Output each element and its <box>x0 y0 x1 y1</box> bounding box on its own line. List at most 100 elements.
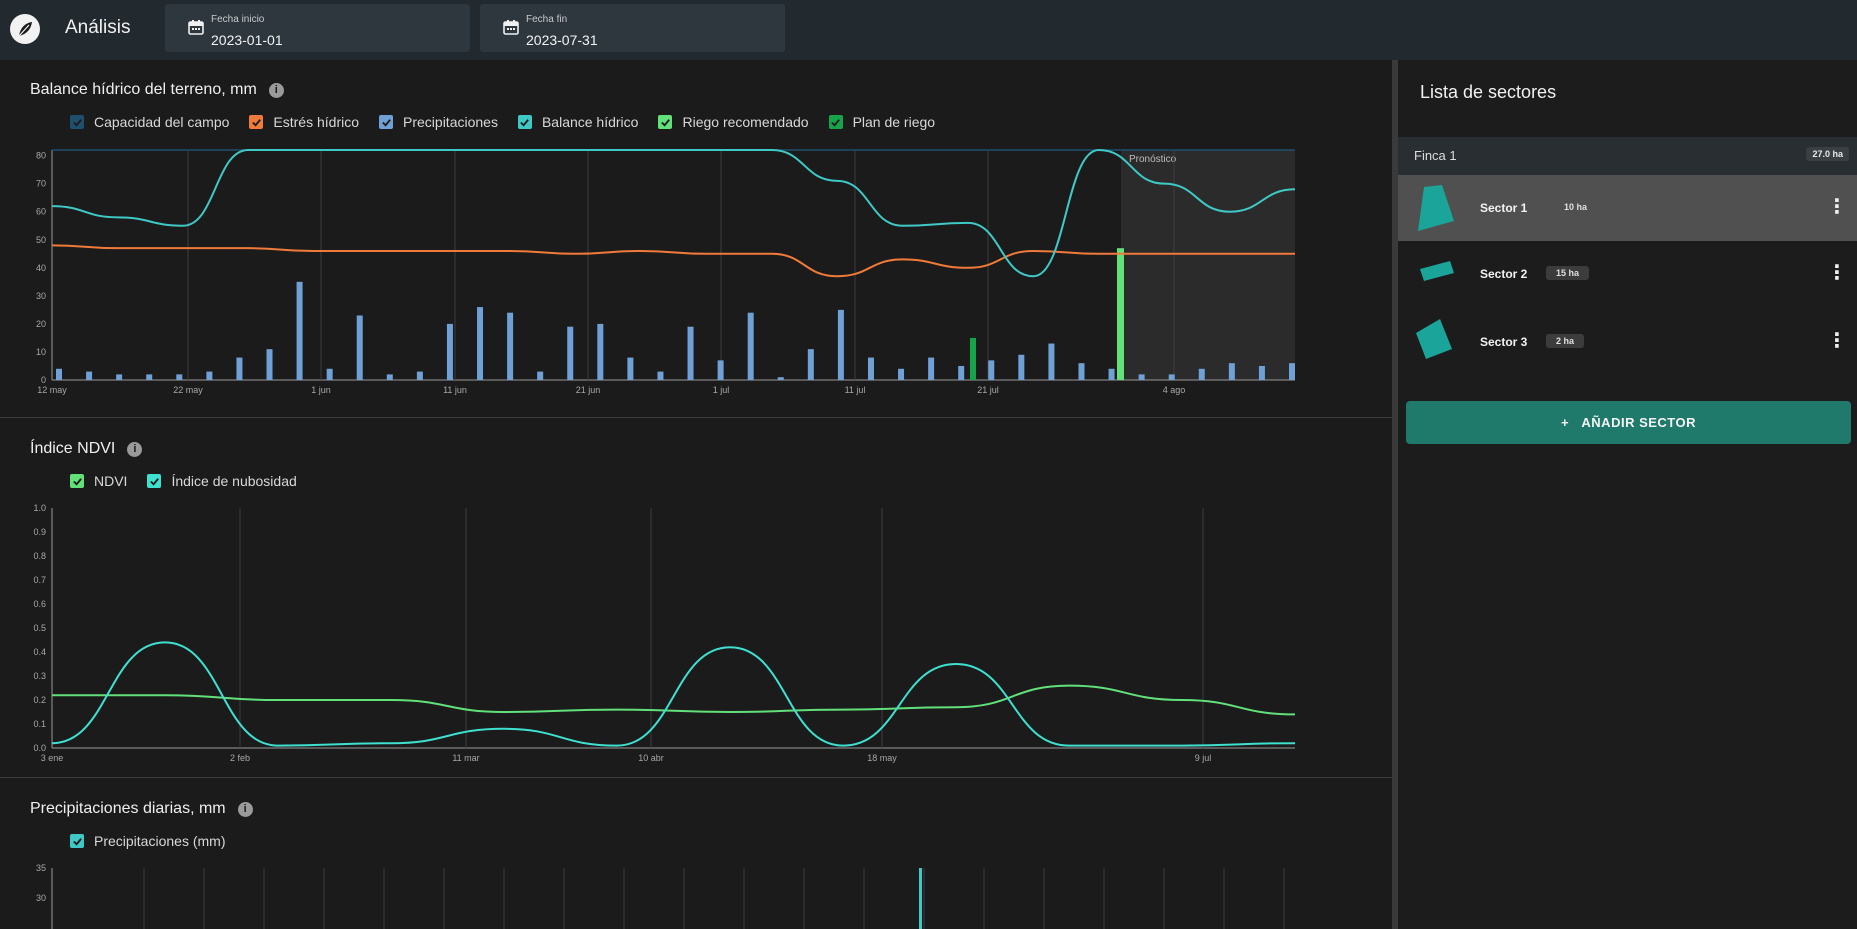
precipitation-title: Precipitaciones diarias, mm i <box>30 800 253 818</box>
ndvi-line <box>52 684 1296 716</box>
legend-item-recommended-irrigation[interactable]: Riego recomendado <box>658 114 809 130</box>
x-tick-label: 1 jul <box>713 385 730 395</box>
precipitation-bar <box>1289 363 1295 380</box>
precipitation-bar <box>1168 374 1175 380</box>
precipitation-bar <box>477 307 484 380</box>
info-icon[interactable]: i <box>127 442 143 457</box>
sector-list-title: Lista de sectores <box>1420 82 1557 102</box>
legend-item-water-stress[interactable]: Estrés hídrico <box>249 114 359 130</box>
add-sector-button[interactable]: + AÑADIR SECTOR <box>1406 401 1851 444</box>
y-tick-label: 0 <box>41 375 46 385</box>
x-tick-label: 3 ene <box>41 753 64 763</box>
x-tick-label: 11 jul <box>845 385 866 395</box>
precipitation-bar <box>266 349 273 380</box>
precipitation-bar <box>206 371 213 380</box>
end-date-label: Fecha fin <box>526 14 568 25</box>
precipitation-bar <box>867 357 874 380</box>
precipitation-bar <box>627 357 634 380</box>
water-stress-line <box>51 244 1295 278</box>
info-icon[interactable]: i <box>237 802 253 817</box>
checkbox-icon[interactable] <box>147 474 162 488</box>
main-content: Balance hídrico del terreno, mm i Capacid… <box>0 60 1392 929</box>
precipitation-legend: Precipitaciones (mm) <box>70 833 225 849</box>
x-tick-label: 1 jun <box>311 385 331 395</box>
legend-item-cloud-index[interactable]: Índice de nubosidad <box>147 473 297 489</box>
y-tick-label: 60 <box>36 207 46 217</box>
y-tick-label: 1.0 <box>33 503 46 513</box>
farm-row[interactable]: Finca 1 27.0 ha <box>1398 137 1857 175</box>
sector-name: Sector 1 <box>1480 201 1528 215</box>
y-tick-label: 70 <box>36 179 46 189</box>
sector-area-badge: 15 ha <box>1546 266 1590 280</box>
checkbox-icon[interactable] <box>828 115 843 129</box>
precipitation-bar <box>356 315 363 380</box>
precipitation-bar <box>386 374 393 380</box>
page-title: Análisis <box>65 17 131 38</box>
legend-item-ndvi[interactable]: NDVI <box>70 473 127 489</box>
more-options-icon[interactable]: ⋮ <box>1827 328 1847 353</box>
forecast-zone <box>1120 150 1295 380</box>
start-date-label: Fecha inicio <box>211 14 265 25</box>
y-tick-label: 0.3 <box>33 671 46 681</box>
precipitation-bar <box>567 326 574 380</box>
precipitation-bar <box>1018 354 1025 380</box>
checkbox-icon[interactable] <box>379 115 394 129</box>
precipitation-bar <box>1198 368 1205 380</box>
info-icon[interactable]: i <box>268 83 284 98</box>
checkbox-icon[interactable] <box>249 115 264 129</box>
y-tick-label: 0.6 <box>33 599 46 609</box>
precipitation-bar <box>928 357 935 380</box>
checkbox-icon[interactable] <box>658 115 673 129</box>
y-tick-label: 0.7 <box>33 575 46 585</box>
more-options-icon[interactable]: ⋮ <box>1827 260 1847 285</box>
leaf-logo-icon[interactable] <box>10 14 40 44</box>
legend-item-water-balance[interactable]: Balance hídrico <box>517 114 638 130</box>
y-tick-label: 0.5 <box>33 623 46 633</box>
legend-label: Plan de riego <box>852 114 936 130</box>
forecast-label: Pronóstico <box>1129 154 1177 165</box>
ndvi-panel: Índice NDVI i NDVI Índice de nubosidad 1.… <box>0 418 1392 778</box>
precipitation-bar <box>236 357 243 380</box>
water-balance-line <box>51 148 1296 278</box>
checkbox-icon[interactable] <box>70 115 84 129</box>
y-tick-label: 20 <box>36 319 46 329</box>
y-tick-label: 30 <box>36 893 46 903</box>
legend-item-precipitation[interactable]: Precipitaciones <box>379 114 498 130</box>
x-tick-label: 4 ago <box>1163 385 1186 395</box>
precipitation-bar <box>687 326 694 380</box>
x-tick-label: 12 may <box>37 385 67 395</box>
calendar-icon <box>188 20 204 35</box>
precipitation-bar <box>416 371 423 380</box>
precipitation-panel: Precipitaciones diarias, mm i Precipitaci… <box>0 778 1392 929</box>
precipitation-bar <box>507 312 514 380</box>
add-sector-label: AÑADIR SECTOR <box>1581 415 1697 430</box>
y-tick-label: 0.0 <box>33 743 46 753</box>
x-tick-label: 10 abr <box>638 753 664 763</box>
precipitation-bar <box>1228 363 1235 380</box>
precipitation-title-text: Precipitaciones diarias, mm <box>30 800 226 817</box>
legend-item-field-capacity[interactable]: Capacidad del campo <box>70 114 229 130</box>
more-options-icon[interactable]: ⋮ <box>1827 194 1847 219</box>
precipitation-bar <box>446 323 453 380</box>
start-date-field[interactable]: Fecha inicio 2023-01-01 <box>165 4 470 52</box>
legend-item-precipitation-mm[interactable]: Precipitaciones (mm) <box>70 833 225 849</box>
farm-area-badge: 27.0 ha <box>1806 147 1849 161</box>
sector-item-1[interactable]: Sector 1 10 ha ⋮ <box>1398 175 1857 241</box>
checkbox-icon[interactable] <box>70 834 84 848</box>
end-date-field[interactable]: Fecha fin 2023-07-31 <box>480 4 785 52</box>
sector-area-badge: 2 ha <box>1546 334 1585 348</box>
sector-name: Sector 3 <box>1480 335 1528 349</box>
precipitation-bar <box>717 360 724 380</box>
checkbox-icon[interactable] <box>70 474 84 488</box>
legend-item-irrigation-plan[interactable]: Plan de riego <box>828 114 936 130</box>
sector-item-2[interactable]: Sector 2 15 ha ⋮ <box>1398 241 1857 307</box>
precipitation-bar <box>56 368 62 380</box>
precipitation-bar <box>807 349 814 380</box>
sector-item-3[interactable]: Sector 3 2 ha ⋮ <box>1398 309 1857 375</box>
precipitation-bar <box>1138 374 1145 380</box>
x-tick-label: 11 jun <box>443 385 467 395</box>
legend-label: Estrés hídrico <box>273 114 360 130</box>
y-tick-label: 0.8 <box>33 551 46 561</box>
checkbox-icon[interactable] <box>517 115 532 129</box>
precipitation-bar <box>898 368 905 380</box>
